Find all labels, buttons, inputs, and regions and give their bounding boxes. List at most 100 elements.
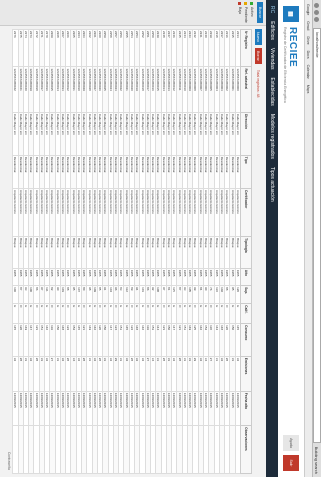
table-row[interactable]: 2241 1234567AB0007 Calle Mayor s/n Residenc…	[198, 29, 204, 474]
table-row[interactable]: 2262 1234567AB0028 Calle Mayor s/n Residenc…	[86, 29, 93, 474]
table-row[interactable]: 2245 1234567AB0011 Calle Mayor s/n Residenc…	[176, 29, 183, 474]
table-cell: Calle Mayor s/n	[108, 112, 114, 156]
forward-icon[interactable]	[314, 10, 320, 15]
table-cell: 1234567AB0023	[113, 66, 119, 113]
table-cell: D	[224, 303, 230, 324]
table-row[interactable]: 2248 1234567AB0014 Calle Mayor s/n Residenc…	[161, 29, 167, 474]
table-row[interactable]: 2276 1234567AB0042 Calle Mayor s/n Residenc…	[12, 29, 19, 474]
back-icon[interactable]	[314, 3, 320, 8]
address-bar[interactable]: localhost/recie	[313, 28, 321, 443]
bookmark-item[interactable]: Drive	[307, 36, 311, 44]
table-row[interactable]: 2272 1234567AB0038 Calle Mayor s/n Residenc…	[33, 29, 40, 474]
table-row[interactable]: 2247 1234567AB0013 Calle Mayor s/n Residenc…	[166, 29, 172, 474]
bookmark-item[interactable]: Docs	[307, 51, 311, 59]
table-row[interactable]: 2250 1234567AB0016 Calle Mayor s/n Residenc…	[150, 29, 156, 474]
table-cell: D	[145, 303, 151, 324]
column-header[interactable]: Tipo	[240, 155, 252, 189]
table-row[interactable]: 2257 1234567AB0023 Calle Mayor s/n Residenc…	[113, 29, 119, 474]
table-cell: Residencial	[192, 155, 199, 189]
table-cell: 2235	[229, 29, 236, 67]
table-cell: Bloque	[198, 236, 204, 269]
table-row[interactable]: 2260 1234567AB0026 Calle Mayor s/n Residenc…	[97, 29, 103, 474]
column-header[interactable]: Fecha alta	[240, 391, 252, 426]
table-row[interactable]: 2238 1234567AB0004 Calle Mayor s/n Residenc…	[214, 29, 220, 474]
table-row[interactable]: 2265 1234567AB0031 Calle Mayor s/n Residenc…	[71, 29, 77, 474]
table-row[interactable]: 2271 1234567AB0037 Calle Mayor s/n Residenc…	[39, 29, 45, 474]
table-row[interactable]: 2234 1234567AB0000 Calle Mayor s/n Residenc…	[235, 29, 241, 474]
column-header[interactable]: Dirección	[240, 112, 252, 156]
nav-item[interactable]: Establecidas	[269, 77, 275, 105]
table-cell	[33, 425, 40, 474]
column-header[interactable]: Año	[240, 268, 252, 286]
table-row[interactable]: 2266 1234567AB0032 Calle Mayor s/n Residenc…	[65, 29, 71, 474]
help-button[interactable]: Ayuda	[283, 435, 299, 451]
table-cell: 1985	[219, 268, 225, 286]
table-row[interactable]: 2246 1234567AB0012 Calle Mayor s/n Residenc…	[171, 29, 177, 474]
table-cell: Residencial	[108, 155, 114, 189]
bookmark-item[interactable]: Maps	[307, 85, 311, 94]
table-row[interactable]: 2240 1234567AB0006 Calle Mayor s/n Residenc…	[203, 29, 209, 474]
table-row[interactable]: 2253 1234567AB0019 Calle Mayor s/n Residenc…	[134, 29, 140, 474]
table-row[interactable]: 2274 1234567AB0040 Calle Mayor s/n Residenc…	[23, 29, 29, 474]
table-row[interactable]: 2254 1234567AB0020 Calle Mayor s/n Residenc…	[129, 29, 135, 474]
table-row[interactable]: 2275 1234567AB0041 Calle Mayor s/n Residenc…	[18, 29, 24, 474]
bookmark-item[interactable]: Google	[307, 4, 311, 15]
bookmark-item[interactable]: Gmail	[307, 21, 311, 30]
column-header[interactable]: Emisiones	[240, 356, 252, 392]
table-row[interactable]: 2249 1234567AB0015 Calle Mayor s/n Residenc…	[155, 29, 162, 474]
table-cell: Residencial	[92, 155, 98, 189]
nav-item[interactable]: Tipos actuación	[269, 167, 275, 202]
table-cell: Bloque	[171, 236, 177, 269]
table-cell: Arquitecto técnico	[12, 188, 19, 237]
nav-item[interactable]: Modelos registrados	[269, 114, 275, 159]
table-row[interactable]: 2242 1234567AB0008 Calle Mayor s/n Residenc…	[192, 29, 199, 474]
table-row[interactable]: 2235 1234567AB0001 Calle Mayor s/n Residenc…	[229, 29, 236, 474]
table-row[interactable]: 2237 1234567AB0003 Calle Mayor s/n Residenc…	[219, 29, 225, 474]
table-cell: Arquitecto técnico	[145, 188, 151, 237]
column-header[interactable]: Tipología	[240, 236, 252, 269]
table-cell: 27	[49, 356, 56, 392]
column-header[interactable]: Ref. catastral	[240, 66, 252, 113]
table-row[interactable]: 2251 1234567AB0017 Calle Mayor s/n Residenc…	[145, 29, 151, 474]
table-row[interactable]: 2261 1234567AB0027 Calle Mayor s/n Residenc…	[92, 29, 98, 474]
nav-item[interactable]: Viviendas	[269, 48, 275, 70]
browser-tab[interactable]: Building search	[315, 447, 320, 474]
table-row[interactable]: 2263 1234567AB0029 Calle Mayor s/n Residenc…	[81, 29, 87, 474]
table-cell: Arquitecto técnico	[76, 188, 82, 237]
table-row[interactable]: 2252 1234567AB0018 Calle Mayor s/n Residenc…	[139, 29, 146, 474]
delete-button[interactable]: Borrar	[255, 48, 262, 64]
search-button[interactable]: Buscar	[257, 2, 263, 23]
column-header[interactable]: Nº Registro	[240, 29, 252, 67]
bookmark-item[interactable]: Calendar	[307, 65, 311, 79]
table-cell: D	[176, 303, 183, 324]
table-row[interactable]: 2267 1234567AB0033 Calle Mayor s/n Residenc…	[60, 29, 66, 474]
logout-button[interactable]: Salir	[283, 455, 299, 471]
table-row[interactable]: 2264 1234567AB0030 Calle Mayor s/n Residenc…	[76, 29, 82, 474]
table-cell: Bloque	[214, 236, 220, 269]
table-row[interactable]: 2244 1234567AB0010 Calle Mayor s/n Residenc…	[182, 29, 188, 474]
table-row[interactable]: 2259 1234567AB0025 Calle Mayor s/n Residenc…	[102, 29, 109, 474]
table-cell	[76, 425, 82, 474]
table-row[interactable]: 2243 1234567AB0009 Calle Mayor s/n Residenc…	[187, 29, 193, 474]
table-row[interactable]: 2239 1234567AB0005 Calle Mayor s/n Residenc…	[208, 29, 215, 474]
reload-icon[interactable]	[314, 17, 320, 22]
column-header[interactable]: Observaciones	[240, 425, 252, 474]
table-row[interactable]: 2256 1234567AB0022 Calle Mayor s/n Residenc…	[118, 29, 124, 474]
column-header[interactable]: Consumo	[240, 323, 252, 357]
nav-item[interactable]: Edificios	[269, 21, 275, 40]
table-cell: 33	[39, 356, 45, 392]
table-row[interactable]: 2273 1234567AB0039 Calle Mayor s/n Residenc…	[28, 29, 34, 474]
column-header[interactable]: Calif.	[240, 303, 252, 324]
table-row[interactable]: 2258 1234567AB0024 Calle Mayor s/n Residenc…	[108, 29, 114, 474]
table-row[interactable]: 2269 1234567AB0035 Calle Mayor s/n Residenc…	[49, 29, 56, 474]
column-header[interactable]: Sup.	[240, 285, 252, 304]
nav-home[interactable]: RC	[269, 6, 275, 13]
table-row[interactable]: 2255 1234567AB0021 Calle Mayor s/n Residenc…	[123, 29, 130, 474]
table-cell: Arquitecto técnico	[102, 188, 109, 237]
table-row[interactable]: 2270 1234567AB0036 Calle Mayor s/n Residenc…	[44, 29, 50, 474]
new-button[interactable]: Nuevo	[255, 29, 262, 46]
table-cell: 1234567AB0033	[60, 66, 66, 113]
column-header[interactable]: Certificador	[240, 188, 252, 237]
table-row[interactable]: 2236 1234567AB0002 Calle Mayor s/n Residenc…	[224, 29, 230, 474]
table-row[interactable]: 2268 1234567AB0034 Calle Mayor s/n Residenc…	[55, 29, 61, 474]
